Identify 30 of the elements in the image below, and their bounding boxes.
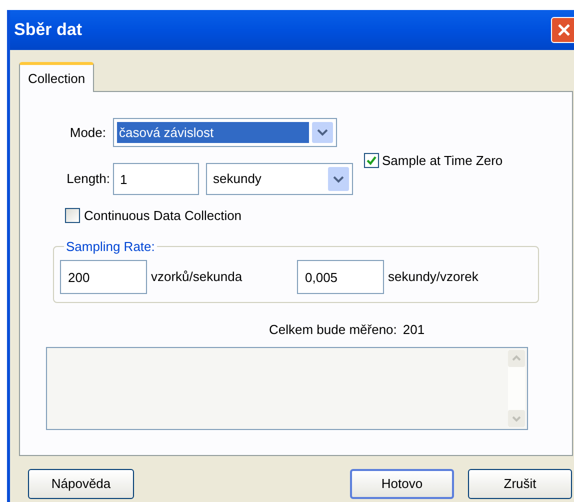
help-button[interactable]: Nápověda: [28, 469, 134, 499]
scrollbar[interactable]: [508, 350, 525, 427]
length-input[interactable]: 1: [113, 163, 199, 195]
checkbox[interactable]: [364, 153, 379, 168]
checkbox-label: Sample at Time Zero: [382, 152, 503, 170]
mode-label: Mode:: [68, 124, 107, 142]
chevron-down-icon: [328, 167, 349, 191]
total-value: 201: [402, 320, 425, 338]
window-title: Sběr dat: [14, 19, 82, 42]
done-button[interactable]: Hotovo: [350, 469, 454, 499]
mode-dropdown[interactable]: časová závislost: [113, 118, 337, 147]
cancel-button[interactable]: Zrušit: [468, 469, 572, 499]
scroll-up-icon[interactable]: [508, 350, 525, 367]
scroll-down-icon[interactable]: [508, 410, 525, 427]
checkbox-label: Continuous Data Collection: [84, 207, 242, 225]
dropdown-value: sekundy: [213, 170, 262, 188]
interval-unit-label: sekundy/vzorek: [388, 268, 478, 286]
close-icon: [557, 23, 571, 37]
length-label: Length:: [66, 170, 111, 188]
rate-input[interactable]: 200: [60, 260, 147, 294]
rate-unit-label: vzorků/sekunda: [151, 268, 244, 286]
total-label: Celkem bude měřeno:: [269, 320, 397, 338]
interval-input[interactable]: 0,005: [297, 260, 384, 294]
close-button[interactable]: [551, 17, 574, 43]
unit-dropdown[interactable]: sekundy: [206, 163, 353, 195]
checkbox[interactable]: [65, 208, 80, 224]
output-text-area[interactable]: [46, 347, 528, 430]
chevron-down-icon: [312, 122, 333, 143]
tab[interactable]: Collection: [19, 62, 94, 92]
dropdown-value: časová závislost: [117, 122, 309, 143]
